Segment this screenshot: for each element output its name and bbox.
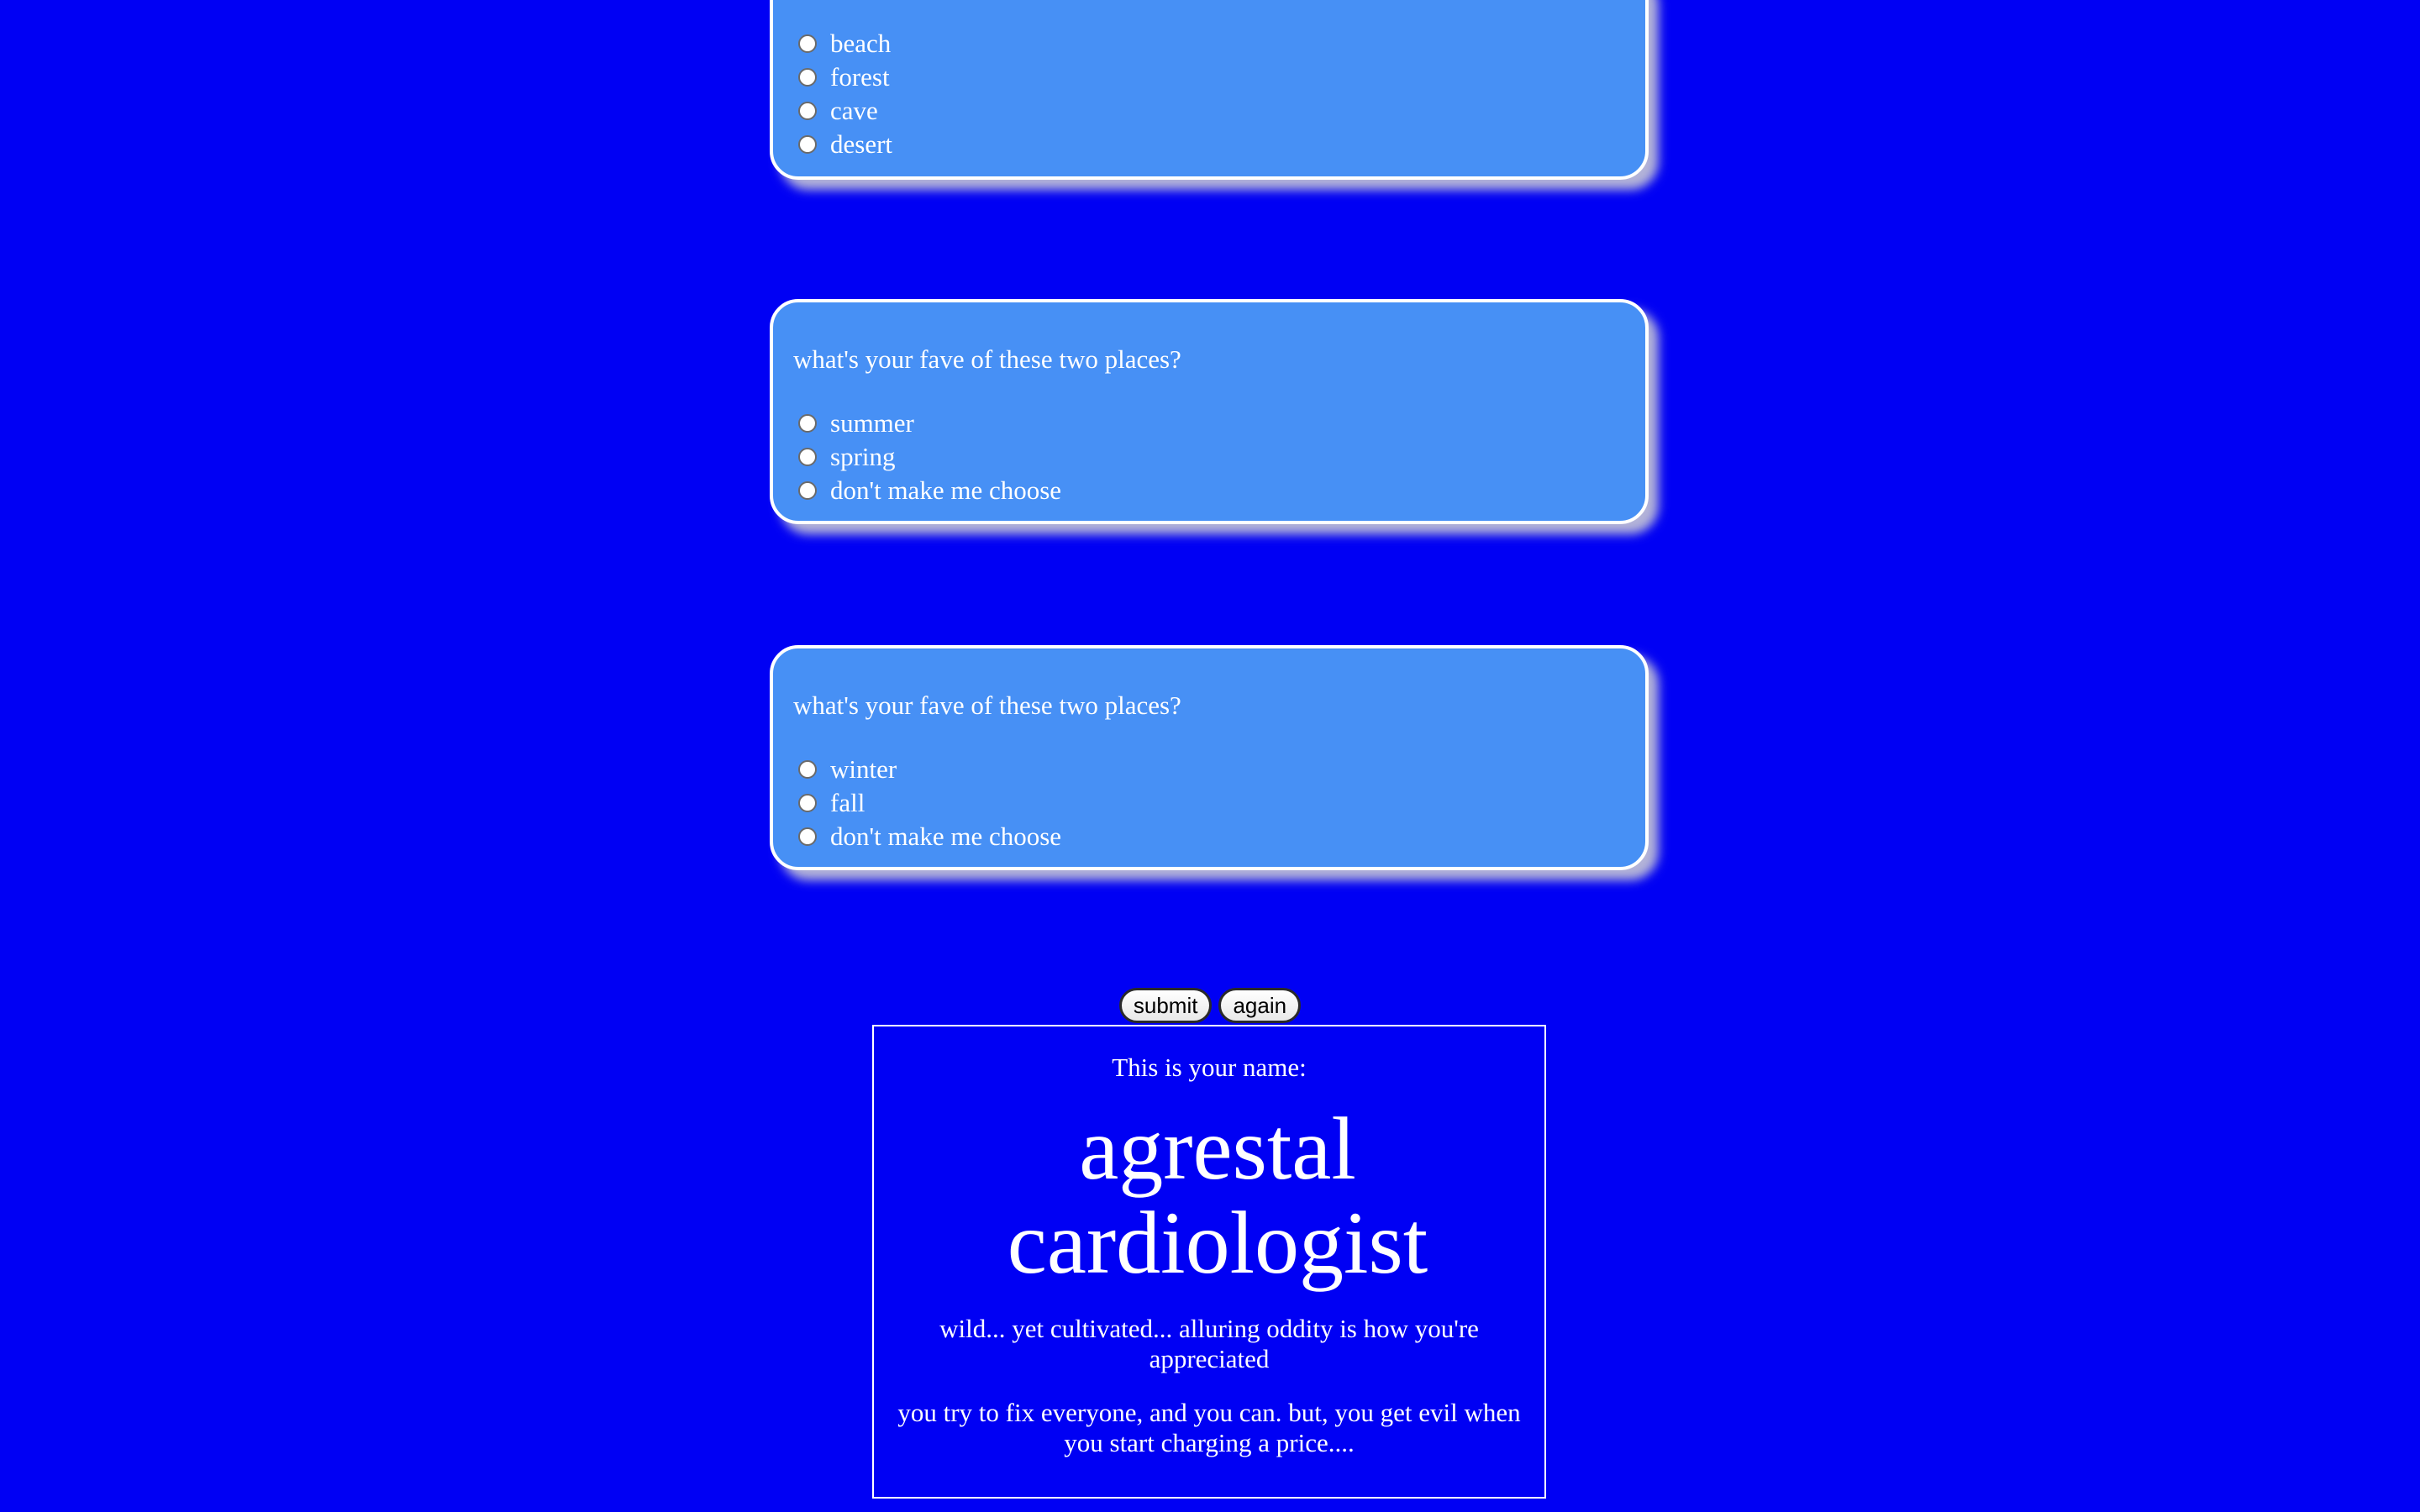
result-name: agrestal cardiologist xyxy=(1007,1100,1428,1292)
result-description-2: you try to fix everyone, and you can. bu… xyxy=(897,1398,1521,1457)
option-spring[interactable]: spring xyxy=(798,440,1061,474)
question-card-3: what's your fave of these two places? wi… xyxy=(770,645,1649,870)
radio-button[interactable] xyxy=(798,827,817,846)
option-group-2: summer spring don't make me choose xyxy=(798,407,1061,507)
question-card-2: what's your fave of these two places? su… xyxy=(770,299,1649,524)
option-label: fall xyxy=(830,788,865,817)
question-text: what's your fave of these two places? xyxy=(793,690,1181,720)
option-label: desert xyxy=(830,129,893,159)
option-dont-make-me-choose[interactable]: don't make me choose xyxy=(798,820,1061,853)
option-label: summer xyxy=(830,408,914,438)
option-group-1: beach forest cave desert xyxy=(798,27,892,161)
submit-button[interactable]: submit xyxy=(1118,988,1213,1023)
option-beach[interactable]: beach xyxy=(798,27,892,60)
again-button[interactable]: again xyxy=(1218,988,1302,1023)
option-label: don't make me choose xyxy=(830,822,1062,851)
option-label: forest xyxy=(830,62,890,92)
radio-button[interactable] xyxy=(798,34,817,53)
question-text: what's your fave of these two places? xyxy=(793,344,1181,374)
option-forest[interactable]: forest xyxy=(798,60,892,94)
option-label: winter xyxy=(830,754,897,784)
result-intro: This is your name: xyxy=(1112,1053,1307,1082)
radio-button[interactable] xyxy=(798,68,817,87)
radio-button[interactable] xyxy=(798,448,817,466)
quiz-page: beach forest cave desert what's your fav… xyxy=(0,0,2420,1512)
radio-button[interactable] xyxy=(798,794,817,812)
option-dont-make-me-choose[interactable]: don't make me choose xyxy=(798,474,1061,507)
option-winter[interactable]: winter xyxy=(798,753,1061,786)
radio-button[interactable] xyxy=(798,760,817,779)
option-group-3: winter fall don't make me choose xyxy=(798,753,1061,853)
result-description: wild... yet cultivated... alluring oddit… xyxy=(939,1314,1479,1373)
question-card-1: beach forest cave desert xyxy=(770,0,1649,180)
option-desert[interactable]: desert xyxy=(798,128,892,161)
option-label: spring xyxy=(830,442,896,471)
result-box: This is your name: agrestal cardiologist… xyxy=(872,1025,1546,1499)
radio-button[interactable] xyxy=(798,481,817,500)
radio-button[interactable] xyxy=(798,135,817,154)
option-label: don't make me choose xyxy=(830,475,1062,505)
option-fall[interactable]: fall xyxy=(798,786,1061,820)
option-label: cave xyxy=(830,96,878,125)
option-cave[interactable]: cave xyxy=(798,94,892,128)
option-summer[interactable]: summer xyxy=(798,407,1061,440)
radio-button[interactable] xyxy=(798,102,817,120)
radio-button[interactable] xyxy=(798,414,817,433)
option-label: beach xyxy=(830,29,892,58)
form-buttons: submit again xyxy=(0,988,2420,1023)
